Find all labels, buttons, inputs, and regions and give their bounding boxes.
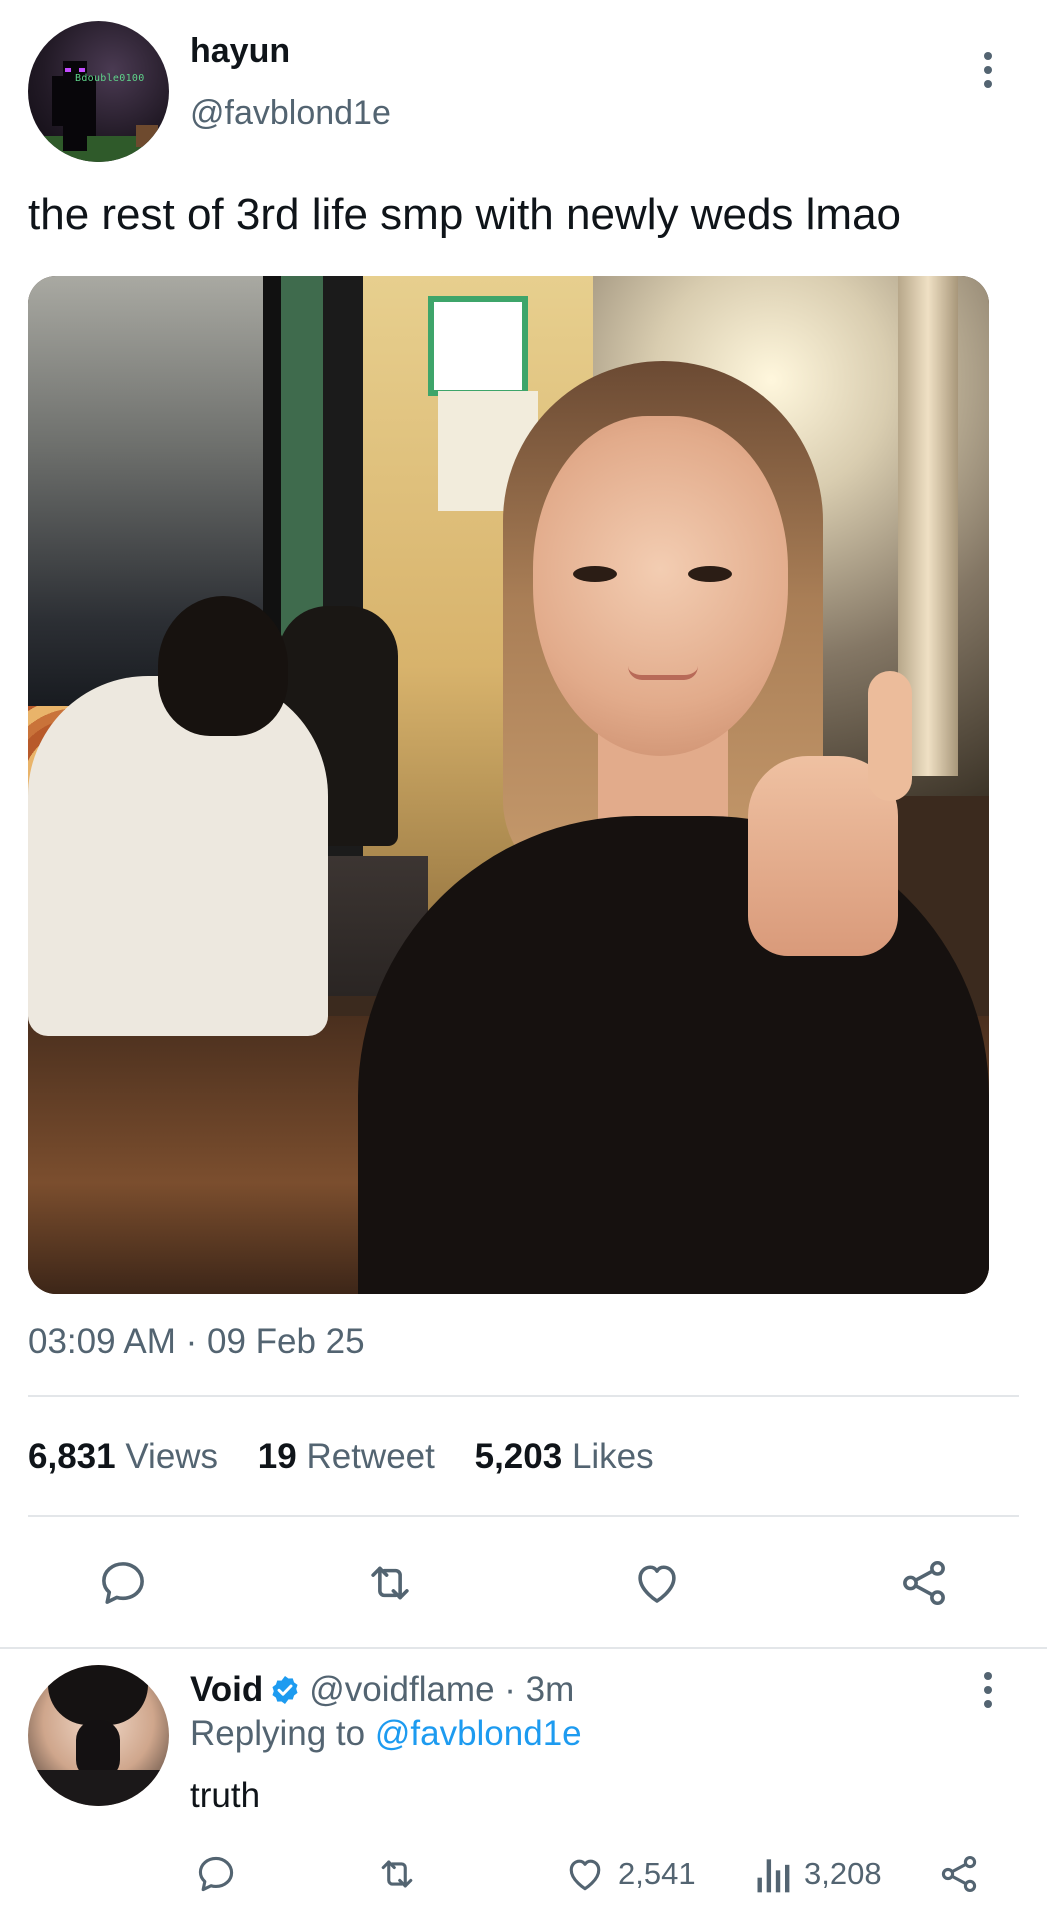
reply-like-icon[interactable]: [563, 1852, 607, 1896]
tweet-timestamp[interactable]: 03:09 AM · 09 Feb 25: [28, 1322, 365, 1362]
photo-person-hair: [158, 596, 288, 736]
photo-thumb: [868, 671, 912, 801]
photo-person-sweater: [28, 676, 328, 1036]
tweet-detail-page: Bdouble0100 hayun @favblond1e the rest o…: [0, 0, 1047, 1920]
reply-author-handle[interactable]: @voidflame · 3m: [309, 1670, 574, 1709]
author-name[interactable]: hayun: [190, 32, 290, 71]
photo-woman-smile: [628, 666, 698, 680]
photo-exit-sign: [428, 296, 528, 396]
reply-retweet-icon[interactable]: [374, 1852, 420, 1896]
author-avatar[interactable]: Bdouble0100: [28, 21, 169, 162]
photo-woman-eye: [688, 566, 732, 582]
tweet-text: the rest of 3rd life smp with newly weds…: [28, 190, 902, 239]
likes-label: Likes: [571, 1437, 654, 1476]
reply-share-icon[interactable]: [937, 1852, 981, 1896]
replying-to-prefix: Replying to: [190, 1714, 366, 1753]
more-dot: [984, 66, 992, 74]
views-count: 6,831: [28, 1437, 116, 1476]
views-label: Views: [125, 1437, 219, 1476]
views-stat: 6,831 Views: [28, 1437, 218, 1476]
replying-to-mention[interactable]: @favblond1e: [375, 1714, 582, 1753]
retweet-count: 19: [257, 1437, 297, 1476]
reply-icon[interactable]: [96, 1556, 150, 1610]
author-handle[interactable]: @favblond1e: [190, 94, 391, 133]
avatar-block: [136, 125, 158, 147]
more-dot: [984, 1700, 992, 1708]
more-options-icon[interactable]: [973, 48, 1003, 92]
more-dot: [984, 52, 992, 60]
reply-avatar-shirt: [28, 1770, 169, 1806]
like-icon[interactable]: [630, 1556, 684, 1610]
reply-like-count: 2,541: [618, 1856, 696, 1891]
retweet-label: Retweet: [306, 1437, 435, 1476]
tweet-stats: 6,831 Views 19 Retweet 5,203 Likes: [28, 1437, 684, 1477]
reply-author-name[interactable]: Void: [190, 1670, 263, 1709]
divider: [28, 1515, 1019, 1517]
reply-reply-icon[interactable]: [194, 1852, 238, 1896]
divider: [28, 1395, 1019, 1397]
photo-woman-face: [533, 416, 788, 756]
verified-badge-icon: [269, 1674, 301, 1715]
reply-text: truth: [190, 1776, 261, 1815]
views-icon[interactable]: [754, 1852, 794, 1896]
reply-more-options-icon[interactable]: [973, 1668, 1003, 1712]
more-dot: [984, 80, 992, 88]
reply-views-count: 3,208: [804, 1856, 882, 1891]
avatar-nametag: Bdouble0100: [75, 73, 145, 84]
tweet-photo[interactable]: [28, 276, 989, 1294]
retweet-stat[interactable]: 19 Retweet: [258, 1437, 435, 1476]
photo-woman-eye: [573, 566, 617, 582]
replying-to-line: Replying to @favblond1e: [190, 1714, 582, 1754]
reply-author-avatar[interactable]: [28, 1665, 169, 1806]
more-dot: [984, 1686, 992, 1694]
retweet-icon[interactable]: [362, 1556, 418, 1610]
reply-header: Void @voidflame · 3m: [190, 1670, 574, 1715]
reply-avatar-hair: [48, 1665, 148, 1725]
likes-count: 5,203: [474, 1437, 563, 1476]
divider: [0, 1647, 1047, 1649]
avatar-figure-arm: [86, 76, 96, 136]
avatar-figure-eyes: [65, 68, 85, 72]
more-dot: [984, 1672, 992, 1680]
likes-stat[interactable]: 5,203 Likes: [475, 1437, 654, 1476]
share-icon[interactable]: [897, 1556, 951, 1610]
